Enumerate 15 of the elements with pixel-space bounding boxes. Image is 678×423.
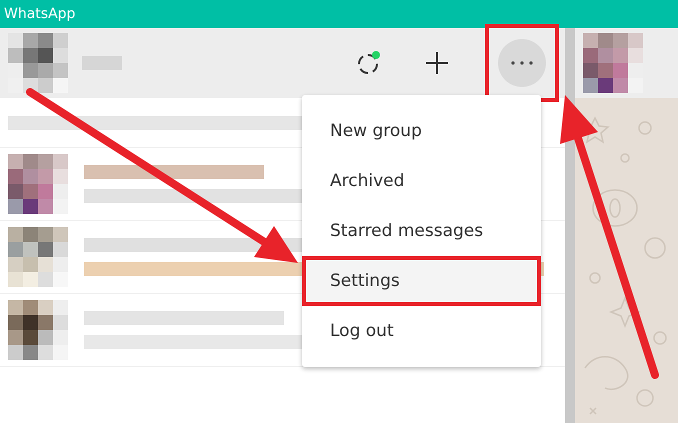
pixelated-avatar bbox=[8, 33, 68, 93]
pixelated-avatar bbox=[8, 300, 68, 360]
scrollbar[interactable] bbox=[565, 28, 575, 423]
window-title: WhatsApp bbox=[0, 0, 678, 28]
menu-item[interactable]: Starred messages bbox=[302, 206, 541, 256]
menu-item[interactable]: New group bbox=[302, 106, 541, 156]
menu-item[interactable]: Settings bbox=[302, 256, 541, 306]
pixelated-avatar bbox=[8, 227, 68, 287]
menu-item[interactable]: Archived bbox=[302, 156, 541, 206]
pixelated-avatar bbox=[8, 154, 68, 214]
dashed-circle-icon bbox=[356, 50, 382, 76]
pixelated-avatar bbox=[583, 33, 643, 93]
more-icon bbox=[510, 60, 534, 66]
menu-item[interactable]: Log out bbox=[302, 306, 541, 356]
plus-icon bbox=[425, 51, 449, 75]
